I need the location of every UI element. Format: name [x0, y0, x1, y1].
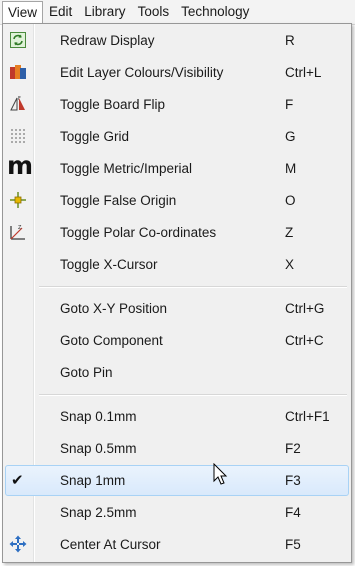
menu-item-toggle-x-cursor[interactable]: Toggle X-Cursor X: [5, 249, 349, 280]
menu-item-label: Goto X-Y Position: [60, 301, 168, 316]
menu-item-toggle-board-flip[interactable]: F Toggle Board Flip F: [5, 89, 349, 120]
menu-item-center-at-cursor[interactable]: Center At Cursor F5: [5, 529, 349, 560]
menu-item-toggle-grid[interactable]: Toggle Grid G: [5, 121, 349, 152]
menu-item-toggle-metric-imperial[interactable]: m Toggle Metric/Imperial M: [5, 153, 349, 184]
menu-item-label: Toggle Grid: [60, 129, 130, 144]
menu-item-label: Center At Cursor: [60, 537, 161, 552]
menu-item-label: Toggle False Origin: [60, 193, 177, 208]
svg-text:Z: Z: [18, 225, 22, 231]
menu-separator: [39, 286, 347, 288]
menu-item-edit-layer-colours[interactable]: Edit Layer Colours/Visibility Ctrl+L: [5, 57, 349, 88]
menu-item-snap-2-5mm[interactable]: Snap 2.5mm F4: [5, 497, 349, 528]
menu-item-label: Toggle Board Flip: [60, 97, 166, 112]
menu-technology[interactable]: Technology: [175, 1, 255, 23]
menu-item-goto-xy-position[interactable]: Goto X-Y Position Ctrl+G: [5, 293, 349, 324]
menu-item-goto-component[interactable]: Goto Component Ctrl+C: [5, 325, 349, 356]
mouse-pointer-icon: [213, 463, 228, 485]
menu-item-shortcut: M: [285, 161, 297, 176]
redraw-icon: [9, 31, 27, 49]
polar-icon: Z: [9, 223, 27, 241]
center-cursor-icon: [9, 535, 27, 553]
grid-icon: [9, 127, 27, 145]
menu-separator: [39, 394, 347, 396]
menu-tools[interactable]: Tools: [132, 1, 176, 23]
menu-item-shortcut: F5: [285, 537, 301, 552]
menu-item-shortcut: O: [285, 193, 296, 208]
checkmark-icon: ✔: [11, 471, 24, 489]
metric-icon: m: [7, 151, 34, 180]
menu-item-shortcut: Ctrl+C: [285, 333, 324, 348]
menu-library[interactable]: Library: [78, 1, 131, 23]
origin-icon: [9, 191, 27, 209]
menu-item-label: Goto Component: [60, 333, 163, 348]
menu-item-label: Snap 2.5mm: [60, 505, 137, 520]
menu-item-label: Edit Layer Colours/Visibility: [60, 65, 224, 80]
menu-item-toggle-false-origin[interactable]: Toggle False Origin O: [5, 185, 349, 216]
menu-item-redraw-display[interactable]: Redraw Display R: [5, 25, 349, 56]
menu-item-shortcut: F2: [285, 441, 301, 456]
menu-item-shortcut: Ctrl+L: [285, 65, 322, 80]
menu-item-shortcut: G: [285, 129, 296, 144]
layers-icon: [9, 63, 27, 81]
flip-icon: F: [9, 95, 27, 113]
menu-edit[interactable]: Edit: [43, 1, 78, 23]
menu-bar: View Edit Library Tools Technology: [0, 0, 355, 25]
menu-item-label: Snap 0.1mm: [60, 409, 137, 424]
menu-item-label: Toggle Polar Co-ordinates: [60, 225, 217, 240]
menu-item-toggle-polar-coordinates[interactable]: Z Toggle Polar Co-ordinates Z: [5, 217, 349, 248]
menu-item-snap-0-1mm[interactable]: Snap 0.1mm Ctrl+F1: [5, 401, 349, 432]
menu-item-snap-1mm[interactable]: ✔ Snap 1mm F3: [5, 465, 349, 496]
menu-item-shortcut: F3: [285, 473, 301, 488]
menu-item-label: Redraw Display: [60, 33, 155, 48]
menu-item-label: Snap 1mm: [60, 473, 126, 488]
menu-item-shortcut: F: [285, 97, 294, 112]
menu-item-shortcut: Ctrl+F1: [285, 409, 330, 424]
svg-text:F: F: [18, 96, 21, 102]
menu-item-label: Goto Pin: [60, 365, 113, 380]
menu-item-label: Toggle X-Cursor: [60, 257, 158, 272]
menu-view[interactable]: View: [2, 1, 44, 24]
menu-item-shortcut: R: [285, 33, 295, 48]
menu-item-label: Snap 0.5mm: [60, 441, 137, 456]
menu-item-shortcut: Z: [285, 225, 294, 240]
menu-item-shortcut: Ctrl+G: [285, 301, 325, 316]
menu-item-goto-pin[interactable]: Goto Pin: [5, 357, 349, 388]
menu-item-label: Toggle Metric/Imperial: [60, 161, 193, 176]
menu-item-snap-0-5mm[interactable]: Snap 0.5mm F2: [5, 433, 349, 464]
view-dropdown-menu: Redraw Display R Edit Layer Colours/Visi…: [2, 23, 352, 563]
menu-item-shortcut: F4: [285, 505, 301, 520]
menu-item-shortcut: X: [285, 257, 295, 272]
